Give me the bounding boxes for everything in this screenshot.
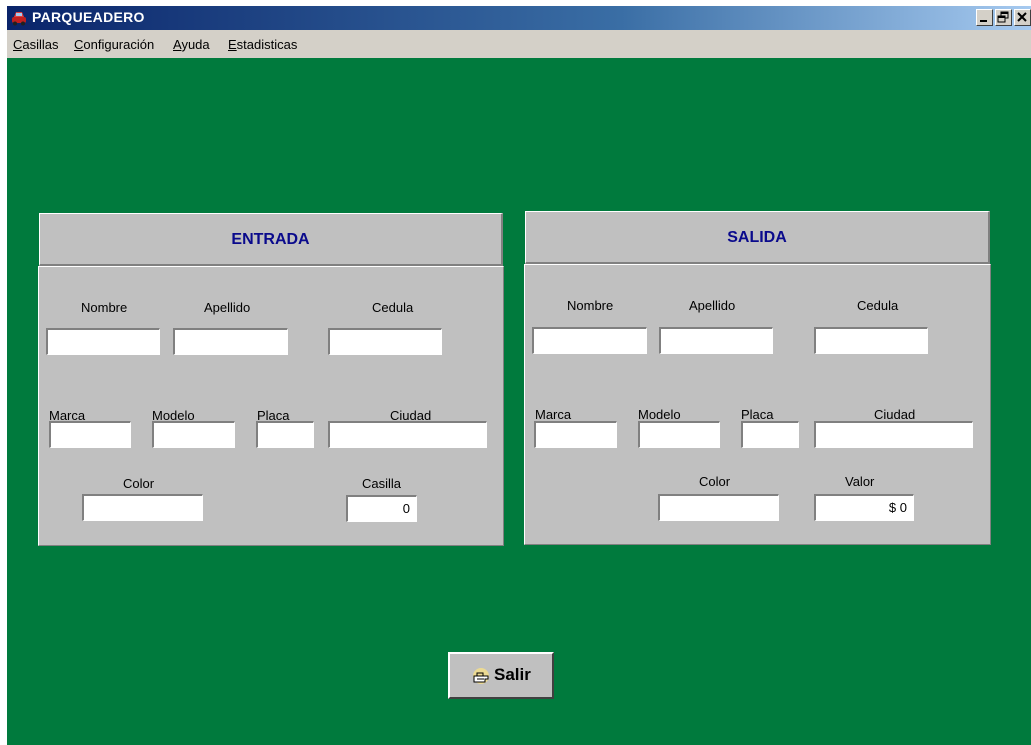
salida-valor-label: Valor [845, 474, 875, 489]
menu-casillas[interactable]: Casillas [13, 37, 59, 52]
salida-apellido-label: Apellido [689, 298, 736, 313]
salida-panel: Nombre Apellido Cedula Marca Modelo Plac… [524, 264, 991, 545]
menu-accel: C [74, 37, 84, 52]
entrada-nombre-field[interactable] [46, 328, 160, 355]
entrada-color-field[interactable] [82, 494, 203, 521]
menu-label: asillas [22, 37, 59, 52]
salir-button[interactable]: Salir [448, 652, 554, 699]
entrada-title: ENTRADA [231, 231, 310, 248]
title-bar[interactable]: PARQUEADERO [7, 6, 1031, 30]
entrada-placa-field[interactable] [256, 421, 314, 448]
menu-ayuda[interactable]: Ayuda [173, 37, 210, 52]
salida-marca-field[interactable] [534, 421, 617, 448]
menu-bar: Casillas Configuración Ayuda Estadistica… [7, 30, 1031, 58]
entrada-color-label: Color [123, 476, 155, 491]
menu-label: yuda [181, 37, 210, 52]
entrada-ciudad-field[interactable] [328, 421, 487, 448]
entrada-header: ENTRADA [39, 213, 503, 266]
salida-placa-field[interactable] [741, 421, 799, 448]
menu-accel: E [228, 37, 237, 52]
entrada-panel: Nombre Apellido Cedula Marca Modelo Plac… [38, 266, 504, 546]
salida-title: SALIDA [727, 229, 787, 246]
salida-cedula-label: Cedula [857, 298, 899, 313]
entrada-cedula-field[interactable] [328, 328, 442, 355]
menu-label: stadisticas [236, 37, 298, 52]
salida-marca-label: Marca [535, 407, 572, 422]
close-button[interactable] [1014, 9, 1031, 26]
entrada-marca-field[interactable] [49, 421, 131, 448]
salida-modelo-field[interactable] [638, 421, 720, 448]
salida-color-label: Color [699, 474, 731, 489]
close-icon [1017, 12, 1027, 22]
entrada-modelo-field[interactable] [152, 421, 235, 448]
entrada-apellido-label: Apellido [204, 300, 251, 315]
exit-hand-icon [473, 668, 489, 684]
window-title: PARQUEADERO [32, 9, 145, 25]
entrada-apellido-field[interactable] [173, 328, 288, 355]
salida-valor-field[interactable]: $ 0 [814, 494, 914, 521]
menu-estadisticas[interactable]: Estadisticas [228, 37, 297, 52]
salida-cedula-field[interactable] [814, 327, 928, 354]
minimize-icon [980, 20, 987, 22]
restore-icon [997, 11, 1009, 23]
window-controls [974, 9, 1031, 27]
car-icon[interactable] [10, 9, 28, 27]
entrada-casilla-field[interactable]: 0 [346, 495, 417, 522]
salida-ciudad-label: Ciudad [874, 407, 916, 422]
menu-label: onfiguración [83, 37, 155, 52]
salida-ciudad-field[interactable] [814, 421, 973, 448]
restore-button[interactable] [995, 9, 1012, 26]
entrada-cedula-label: Cedula [372, 300, 414, 315]
salida-color-field[interactable] [658, 494, 779, 521]
salir-label: Salir [494, 665, 531, 684]
menu-accel: C [13, 37, 23, 52]
salida-header: SALIDA [525, 211, 990, 264]
entrada-nombre-label: Nombre [81, 300, 128, 315]
minimize-button[interactable] [976, 9, 993, 26]
salida-apellido-field[interactable] [659, 327, 773, 354]
salida-modelo-label: Modelo [638, 407, 681, 422]
menu-configuracion[interactable]: Configuración [74, 37, 154, 52]
salida-placa-label: Placa [741, 407, 774, 422]
salida-nombre-label: Nombre [567, 298, 614, 313]
salida-nombre-field[interactable] [532, 327, 647, 354]
main-window: PARQUEADERO Casillas Configuración Ayuda… [7, 6, 1031, 745]
entrada-casilla-label: Casilla [362, 476, 402, 491]
